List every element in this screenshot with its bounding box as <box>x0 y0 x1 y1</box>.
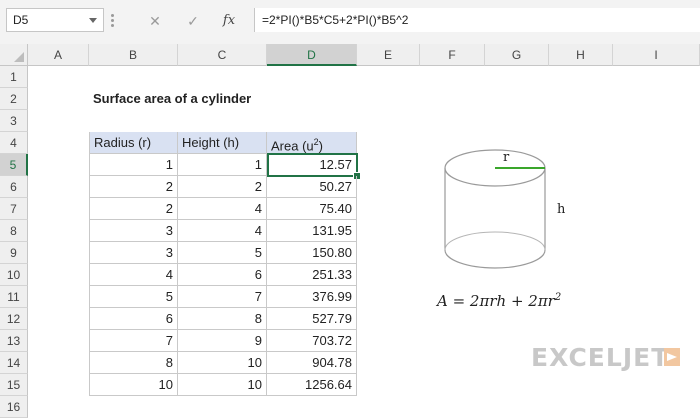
cell-height[interactable]: 2 <box>178 176 267 198</box>
row-header-2[interactable]: 2 <box>0 88 28 110</box>
row-header-8[interactable]: 8 <box>0 220 28 242</box>
name-box[interactable]: D5 <box>6 8 104 32</box>
header-area-label: Area (u <box>271 138 314 154</box>
formula-exponent: 2 <box>554 292 562 303</box>
row-header-1[interactable]: 1 <box>0 66 28 88</box>
cell-radius[interactable]: 3 <box>89 220 178 242</box>
column-header-b[interactable]: B <box>89 44 178 66</box>
cell-height[interactable]: 4 <box>178 198 267 220</box>
cell-radius[interactable]: 4 <box>89 264 178 286</box>
formula-text: =2*PI()*B5*C5+2*PI()*B5^2 <box>262 13 409 27</box>
cell-radius[interactable]: 10 <box>89 374 178 396</box>
row-header-7[interactable]: 7 <box>0 198 28 220</box>
cell-height[interactable]: 1 <box>178 154 267 176</box>
row-header-3[interactable]: 3 <box>0 110 28 132</box>
row-header-4[interactable]: 4 <box>0 132 28 154</box>
sheet-title[interactable]: Surface area of a cylinder <box>89 88 339 110</box>
radius-label: r <box>503 150 510 165</box>
row-header-10[interactable]: 10 <box>0 264 28 286</box>
exceljet-logo-icon <box>664 348 680 366</box>
cell-radius[interactable]: 5 <box>89 286 178 308</box>
cell-height[interactable]: 10 <box>178 374 267 396</box>
cell-area[interactable]: 50.27 <box>267 176 357 198</box>
cell-area[interactable]: 1256.64 <box>267 374 357 396</box>
chevron-down-icon[interactable] <box>89 18 97 23</box>
cell-radius[interactable]: 2 <box>89 198 178 220</box>
cell-height[interactable]: 9 <box>178 330 267 352</box>
cell-height[interactable]: 8 <box>178 308 267 330</box>
cancel-icon[interactable]: ✕ <box>144 10 166 32</box>
row-header-15[interactable]: 15 <box>0 374 28 396</box>
formula-bar-area: D5 ✕ ✓ fx =2*PI()*B5*C5+2*PI()*B5^2 <box>0 0 700 45</box>
header-area-close: ) <box>318 138 323 154</box>
insert-function-icon[interactable]: fx <box>218 10 240 32</box>
cell-area[interactable]: 131.95 <box>267 220 357 242</box>
cell-area[interactable]: 703.72 <box>267 330 357 352</box>
header-radius[interactable]: Radius (r) <box>89 132 178 154</box>
more-icon <box>111 8 114 32</box>
cylinder-diagram <box>444 149 546 269</box>
column-header-f[interactable]: F <box>420 44 485 66</box>
cell-area[interactable]: 527.79 <box>267 308 357 330</box>
row-header-5[interactable]: 5 <box>0 154 28 176</box>
column-header-d[interactable]: D <box>267 44 357 66</box>
column-header-i[interactable]: I <box>613 44 700 66</box>
cell-radius[interactable]: 8 <box>89 352 178 374</box>
cell-area[interactable]: 251.33 <box>267 264 357 286</box>
column-header-a[interactable]: A <box>28 44 89 66</box>
active-cell-area[interactable]: 12.57 <box>267 153 358 177</box>
cell-area[interactable]: 904.78 <box>267 352 357 374</box>
exceljet-logo: EXCELJET <box>531 343 670 372</box>
cell-radius[interactable]: 1 <box>89 154 178 176</box>
row-header-9[interactable]: 9 <box>0 242 28 264</box>
cell-radius[interactable]: 3 <box>89 242 178 264</box>
column-header-e[interactable]: E <box>357 44 420 66</box>
cell-height[interactable]: 4 <box>178 220 267 242</box>
cell-area[interactable]: 75.40 <box>267 198 357 220</box>
row-header-14[interactable]: 14 <box>0 352 28 374</box>
header-height[interactable]: Height (h) <box>178 132 267 154</box>
cell-height[interactable]: 6 <box>178 264 267 286</box>
row-header-11[interactable]: 11 <box>0 286 28 308</box>
row-header-13[interactable]: 13 <box>0 330 28 352</box>
cell-height[interactable]: 5 <box>178 242 267 264</box>
row-header-12[interactable]: 12 <box>0 308 28 330</box>
surface-area-formula: A = 2πrh + 2πr2 <box>437 292 561 310</box>
column-header-g[interactable]: G <box>485 44 549 66</box>
enter-icon[interactable]: ✓ <box>182 10 204 32</box>
cell-area[interactable]: 150.80 <box>267 242 357 264</box>
cell-radius[interactable]: 7 <box>89 330 178 352</box>
cell-radius[interactable]: 2 <box>89 176 178 198</box>
row-header-16[interactable]: 16 <box>0 396 28 418</box>
column-header-h[interactable]: H <box>549 44 613 66</box>
cell-height[interactable]: 7 <box>178 286 267 308</box>
select-all-corner[interactable] <box>0 44 28 66</box>
formula-expression: A = 2πrh + 2πr <box>437 292 555 310</box>
column-header-c[interactable]: C <box>178 44 267 66</box>
name-box-value: D5 <box>13 13 29 27</box>
cell-radius[interactable]: 6 <box>89 308 178 330</box>
row-header-6[interactable]: 6 <box>0 176 28 198</box>
cell-height[interactable]: 10 <box>178 352 267 374</box>
height-label: h <box>557 202 566 217</box>
header-area[interactable]: Area (u2) <box>267 132 357 154</box>
cell-area[interactable]: 376.99 <box>267 286 357 308</box>
formula-input[interactable]: =2*PI()*B5*C5+2*PI()*B5^2 <box>254 8 700 32</box>
